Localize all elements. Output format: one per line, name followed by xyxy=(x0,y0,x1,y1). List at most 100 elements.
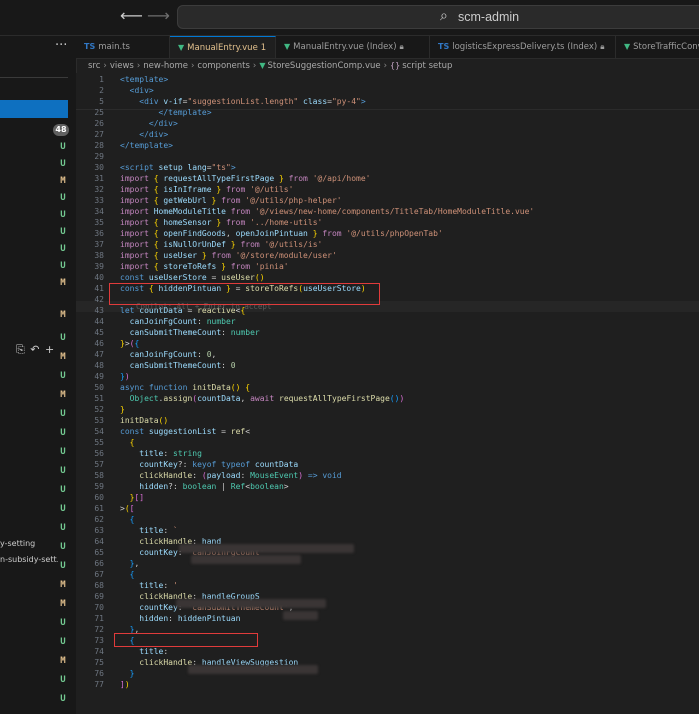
code-token: from xyxy=(283,174,313,183)
breadcrumb-item[interactable]: StoreSuggestionComp.vue xyxy=(267,61,380,71)
line-code: async function initData() { xyxy=(120,382,250,393)
redacted-title-2 xyxy=(176,599,326,608)
editor-tab[interactable]: TS main.ts xyxy=(76,36,170,58)
code-token: import xyxy=(120,196,154,205)
line-code: const useUserStore = useUser() xyxy=(120,272,265,283)
code-token: title xyxy=(139,526,164,535)
code-token: template xyxy=(129,141,169,150)
code-token: => xyxy=(303,471,323,480)
scm-item-actions[interactable]: ⎘ ↶ + xyxy=(16,343,55,357)
breadcrumb-item[interactable]: new-home xyxy=(143,61,188,71)
editor-tab[interactable]: TS logisticsExpressDelivery.ts (Index) 🔒︎ xyxy=(430,36,616,58)
redacted-handler-1 xyxy=(191,555,301,564)
file-status-untracked: U xyxy=(60,333,66,343)
code-token: openJoinPintuan xyxy=(235,229,308,238)
code-token: from xyxy=(225,262,255,271)
editor-tab[interactable]: ▼ ManualEntry.vue 1 xyxy=(170,36,276,58)
code-token: '@/views/new-home/components/TitleTab/Ho… xyxy=(254,207,535,216)
code-token: title xyxy=(139,449,164,458)
code-editor[interactable]: 1 <template> 2 <div> 5 <div v-if="suggestio… xyxy=(76,73,699,714)
code-token: from xyxy=(317,229,347,238)
breadcrumb-item[interactable]: script setup xyxy=(402,61,452,71)
code-token: v-if xyxy=(163,97,183,106)
code-token: { xyxy=(134,339,140,348)
code-token: : xyxy=(192,471,202,480)
editor-tab[interactable]: ▼ ManualEntry.vue (Index) 🔒︎ xyxy=(276,36,430,58)
search-icon: ⌕ xyxy=(440,8,448,24)
line-number: 43 xyxy=(94,306,104,315)
code-token: import xyxy=(120,262,154,271)
code-token: Ref xyxy=(230,482,246,491)
breadcrumb-item[interactable]: components xyxy=(197,61,250,71)
line-number: 76 xyxy=(94,669,104,678)
line-number: 2 xyxy=(99,86,104,95)
code-token: hiddenPintuan xyxy=(177,614,241,623)
line-code: import { storeToRefs } from 'pinia' xyxy=(120,261,289,272)
line-code: </template> xyxy=(120,140,173,151)
line-code: }[] xyxy=(120,492,144,503)
code-token: 'pinia' xyxy=(254,262,289,271)
code-token: : xyxy=(240,471,251,480)
file-status-untracked: U xyxy=(60,447,66,457)
sidebar-file-label[interactable]: y-setting xyxy=(0,539,58,548)
code-token: useUser xyxy=(221,273,255,282)
breadcrumb-item[interactable]: views xyxy=(110,61,134,71)
sidebar-selected-item[interactable] xyxy=(0,100,68,118)
file-status-untracked: U xyxy=(60,561,66,571)
code-token: countData xyxy=(197,394,241,403)
code-token: import xyxy=(120,240,154,249)
line-number: 46 xyxy=(94,339,104,348)
more-actions-icon[interactable]: ··· xyxy=(55,38,67,53)
code-token: () xyxy=(389,394,400,403)
lock-icon: 🔒︎ xyxy=(399,42,404,51)
breadcrumb-item[interactable]: src xyxy=(88,61,100,71)
line-number: 77 xyxy=(94,680,104,689)
file-status-modified: M xyxy=(60,352,66,362)
line-number: 71 xyxy=(94,614,104,623)
line-number: 55 xyxy=(94,438,104,447)
code-token: = xyxy=(206,273,222,282)
redacted-title-1 xyxy=(179,544,354,553)
typescript-file-icon: TS xyxy=(438,42,450,51)
code-token: title xyxy=(139,647,164,656)
file-status-untracked: U xyxy=(60,637,66,647)
code-token: countKey xyxy=(139,548,178,557)
line-number: 37 xyxy=(94,240,104,249)
back-arrow-icon[interactable]: ⟵ xyxy=(120,6,143,25)
command-center-search[interactable]: ⌕ scm-admin xyxy=(177,5,699,29)
sidebar-divider xyxy=(0,77,68,78)
line-code: canSubmitThemeCount: 0 xyxy=(120,360,236,371)
code-token: import xyxy=(120,218,154,227)
chevron-right-icon: › xyxy=(190,61,195,71)
sidebar-file-label[interactable]: n-subsidy-sett... xyxy=(0,555,58,564)
code-token: div xyxy=(134,86,149,95)
code-token: : xyxy=(163,449,173,458)
line-code: title: ' xyxy=(120,580,178,591)
code-token: '@/utils' xyxy=(250,185,294,194)
code-token: template xyxy=(124,75,164,84)
code-token: isInIframe xyxy=(163,185,212,194)
code-token: canJoinFgCount xyxy=(129,317,198,326)
line-number: 34 xyxy=(94,207,104,216)
line-number: 33 xyxy=(94,196,104,205)
line-number: 44 xyxy=(94,317,104,326)
code-token: "ts" xyxy=(211,163,231,172)
line-code: import { isNullOrUnDef } from '@/utils/i… xyxy=(120,239,322,250)
editor-tab[interactable]: ▼StoreTrafficConv... xyxy=(616,36,699,58)
line-number: 59 xyxy=(94,482,104,491)
code-token: '@/utils/php-helper' xyxy=(245,196,342,205)
line-number: 25 xyxy=(94,108,104,117)
file-status-untracked: U xyxy=(60,675,66,685)
code-token: > xyxy=(163,130,169,139)
line-code: </template> xyxy=(120,107,212,118)
forward-arrow-icon[interactable]: ⟶ xyxy=(147,6,170,25)
line-code: import { getWebUrl } from '@/utils/php-h… xyxy=(120,195,342,206)
code-token: () { xyxy=(230,383,251,392)
code-token: { xyxy=(153,229,164,238)
code-token: } xyxy=(120,405,125,414)
